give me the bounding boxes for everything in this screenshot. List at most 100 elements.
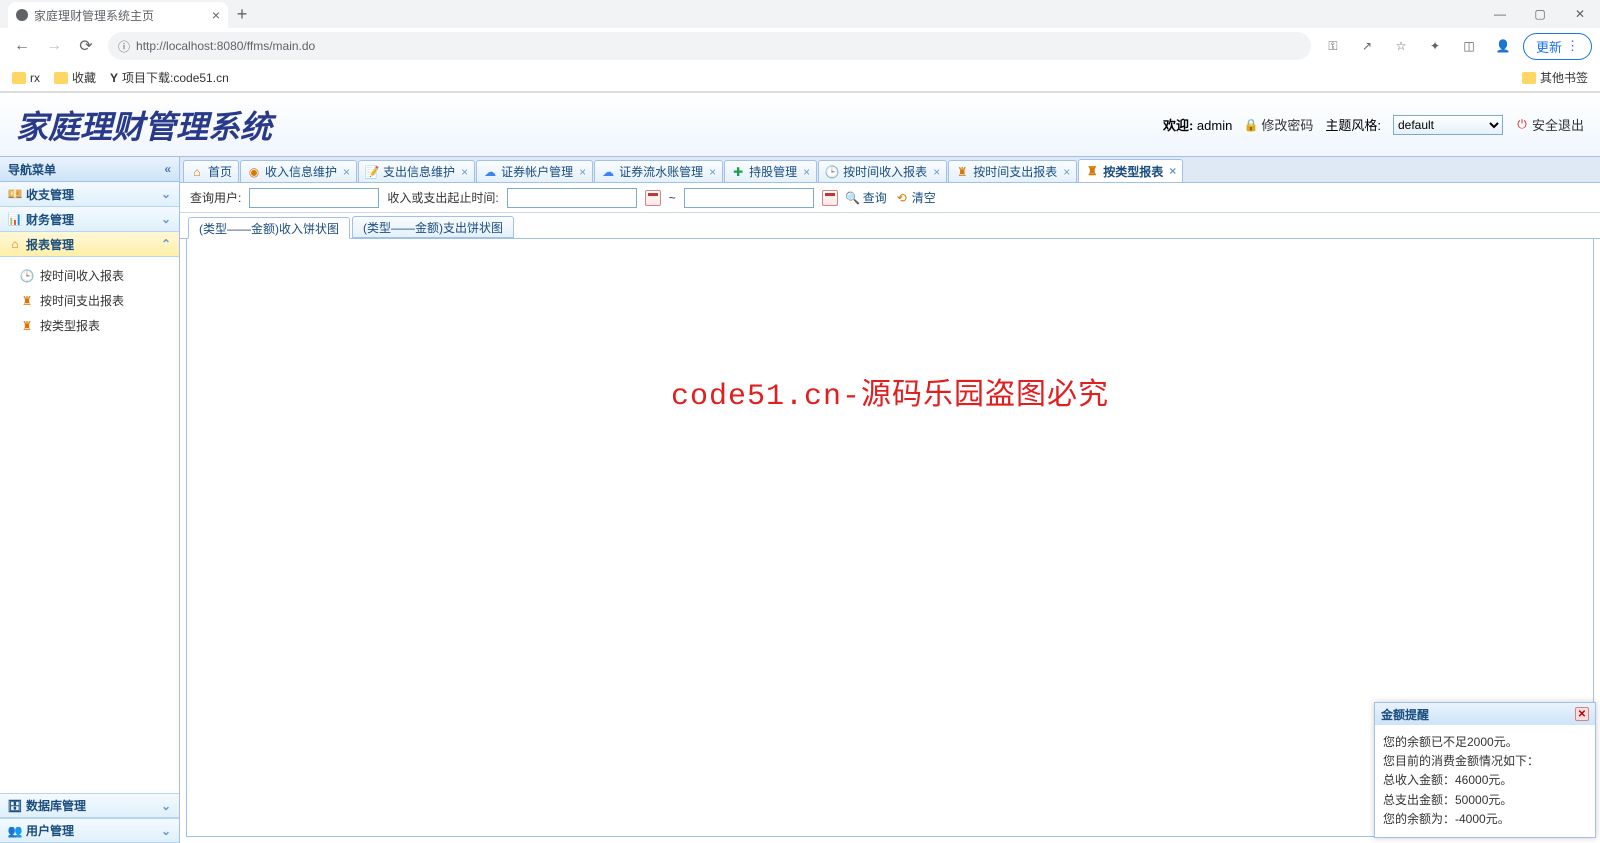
- notify-line: 您的余额为：-4000元。: [1383, 810, 1587, 829]
- range-separator: ~: [669, 191, 676, 205]
- new-tab-button[interactable]: +: [228, 0, 256, 28]
- date-from-input[interactable]: [507, 188, 637, 208]
- tab-expense-report[interactable]: ♜按时间支出报表×: [948, 160, 1077, 182]
- power-icon: ⏻: [1515, 118, 1529, 132]
- update-button[interactable]: 更新 ⋮: [1523, 33, 1592, 60]
- sub-item-income-by-time[interactable]: 🕒按时间收入报表: [0, 263, 179, 288]
- database-icon: 🗄: [8, 799, 22, 813]
- theme-select[interactable]: default: [1393, 115, 1503, 135]
- share-icon[interactable]: ↗: [1353, 32, 1381, 60]
- notify-line: 总支出金额：50000元。: [1383, 791, 1587, 810]
- lock-icon: 🔒: [1244, 118, 1258, 132]
- report-icon: 🕒: [20, 269, 34, 283]
- close-icon[interactable]: ×: [212, 7, 220, 23]
- close-icon[interactable]: ×: [933, 165, 940, 179]
- query-toolbar: 查询用户: 收入或支出起止时间: ~ 🔍查询 ⟲清空: [180, 183, 1600, 213]
- coin-icon: ◉: [247, 165, 261, 179]
- close-icon[interactable]: ×: [461, 165, 468, 179]
- note-icon: 📝: [365, 165, 379, 179]
- calendar-icon[interactable]: [645, 190, 661, 206]
- welcome-text: 欢迎: admin: [1163, 115, 1232, 134]
- notify-line: 您目前的消费金额情况如下：: [1383, 752, 1587, 771]
- address-row: ← → ⟳ ⓘ http://localhost:8080/ffms/main.…: [0, 28, 1600, 64]
- tab-income-report[interactable]: 🕒按时间收入报表×: [818, 160, 947, 182]
- close-icon[interactable]: ×: [343, 165, 350, 179]
- home-icon: ⌂: [190, 165, 204, 179]
- forward-button[interactable]: →: [40, 32, 68, 60]
- bookmark-dl[interactable]: Y项目下载:code51.cn: [110, 69, 229, 86]
- clear-button[interactable]: ⟲清空: [895, 189, 936, 206]
- tab-income-maint[interactable]: ◉收入信息维护×: [240, 160, 357, 182]
- bookmark-fav[interactable]: 收藏: [54, 69, 96, 86]
- browser-chrome: 家庭理财管理系统主页 × + — ▢ ✕ ← → ⟳ ⓘ http://loca…: [0, 0, 1600, 93]
- close-icon[interactable]: ×: [579, 165, 586, 179]
- sub-tab-income-pie[interactable]: (类型——金额)收入饼状图: [188, 217, 350, 239]
- user-input[interactable]: [249, 188, 379, 208]
- site-icon: Y: [110, 71, 118, 85]
- close-icon[interactable]: ×: [1169, 164, 1176, 178]
- expand-icon: ⌄: [161, 799, 171, 813]
- back-button[interactable]: ←: [8, 32, 36, 60]
- users-icon: 👥: [8, 824, 22, 838]
- report-icon: 🕒: [825, 165, 839, 179]
- sidebar-item-finance[interactable]: 📊财务管理⌄: [0, 207, 179, 232]
- sub-tabs: (类型——金额)收入饼状图 (类型——金额)支出饼状图: [180, 213, 1600, 239]
- favicon-icon: [16, 9, 28, 21]
- profile-icon[interactable]: 👤: [1489, 32, 1517, 60]
- sub-item-expense-by-time[interactable]: ♜按时间支出报表: [0, 288, 179, 313]
- collapse-icon[interactable]: «: [164, 162, 171, 176]
- panel-icon[interactable]: ◫: [1455, 32, 1483, 60]
- expand-icon: ⌄: [161, 187, 171, 201]
- browser-tab[interactable]: 家庭理财管理系统主页 ×: [8, 2, 228, 28]
- cloud-icon: ☁: [483, 165, 497, 179]
- tab-sec-account[interactable]: ☁证券帐户管理×: [476, 160, 593, 182]
- collapse-up-icon: ⌃: [161, 237, 171, 251]
- sub-tab-expense-pie[interactable]: (类型——金额)支出饼状图: [352, 216, 514, 238]
- folder-icon: [54, 72, 68, 84]
- reload-button[interactable]: ⟳: [72, 32, 100, 60]
- bookmark-other[interactable]: 其他书签: [1522, 69, 1588, 86]
- expand-icon: ⌄: [161, 212, 171, 226]
- close-icon[interactable]: ×: [709, 165, 716, 179]
- notify-line: 您的余额已不足2000元。: [1383, 733, 1587, 752]
- close-icon[interactable]: ×: [1063, 165, 1070, 179]
- more-icon: ⋮: [1566, 38, 1579, 54]
- nav-header[interactable]: 导航菜单 «: [0, 157, 179, 182]
- sidebar-item-reports[interactable]: ⌂报表管理⌃: [0, 232, 179, 257]
- bookmark-rx[interactable]: rx: [12, 71, 40, 85]
- app-title: 家庭理财管理系统: [16, 102, 272, 148]
- notification-header[interactable]: 金额提醒 ✕: [1375, 703, 1595, 725]
- org-icon: ♜: [20, 294, 34, 308]
- date-to-input[interactable]: [684, 188, 814, 208]
- cloud-icon: ☁: [601, 165, 615, 179]
- address-bar[interactable]: ⓘ http://localhost:8080/ffms/main.do: [108, 32, 1311, 60]
- minimize-button[interactable]: —: [1480, 0, 1520, 28]
- folder-icon: [12, 72, 26, 84]
- extensions-icon[interactable]: ✦: [1421, 32, 1449, 60]
- sidebar-item-income-expense[interactable]: 💴收支管理⌄: [0, 182, 179, 207]
- key-icon[interactable]: ⚿: [1319, 32, 1347, 60]
- logout-link[interactable]: ⏻安全退出: [1515, 115, 1584, 134]
- sidebar: 导航菜单 « 💴收支管理⌄ 📊财务管理⌄ ⌂报表管理⌃ 🕒按时间收入报表 ♜按时…: [0, 157, 180, 843]
- calendar-icon[interactable]: [822, 190, 838, 206]
- sidebar-item-users[interactable]: 👥用户管理⌄: [0, 818, 179, 843]
- search-button[interactable]: 🔍查询: [846, 189, 887, 206]
- change-password-link[interactable]: 🔒修改密码: [1244, 115, 1313, 134]
- close-icon[interactable]: ×: [803, 165, 810, 179]
- close-icon[interactable]: ✕: [1575, 707, 1589, 721]
- tab-sec-flow[interactable]: ☁证券流水账管理×: [594, 160, 723, 182]
- expand-icon: ⌄: [161, 824, 171, 838]
- sub-item-by-type[interactable]: ♜按类型报表: [0, 313, 179, 338]
- maximize-button[interactable]: ▢: [1520, 0, 1560, 28]
- tab-type-report[interactable]: ♜按类型报表×: [1078, 159, 1183, 182]
- star-icon[interactable]: ☆: [1387, 32, 1415, 60]
- tab-home[interactable]: ⌂首页: [183, 160, 239, 182]
- tab-holdings[interactable]: ✚持股管理×: [724, 160, 817, 182]
- tab-expense-maint[interactable]: 📝支出信息维护×: [358, 160, 475, 182]
- money-icon: 💴: [8, 187, 22, 201]
- close-button[interactable]: ✕: [1560, 0, 1600, 28]
- plus-icon: ✚: [731, 165, 745, 179]
- sidebar-item-database[interactable]: 🗄数据库管理⌄: [0, 793, 179, 818]
- clear-icon: ⟲: [895, 191, 909, 205]
- time-label: 收入或支出起止时间:: [387, 189, 498, 206]
